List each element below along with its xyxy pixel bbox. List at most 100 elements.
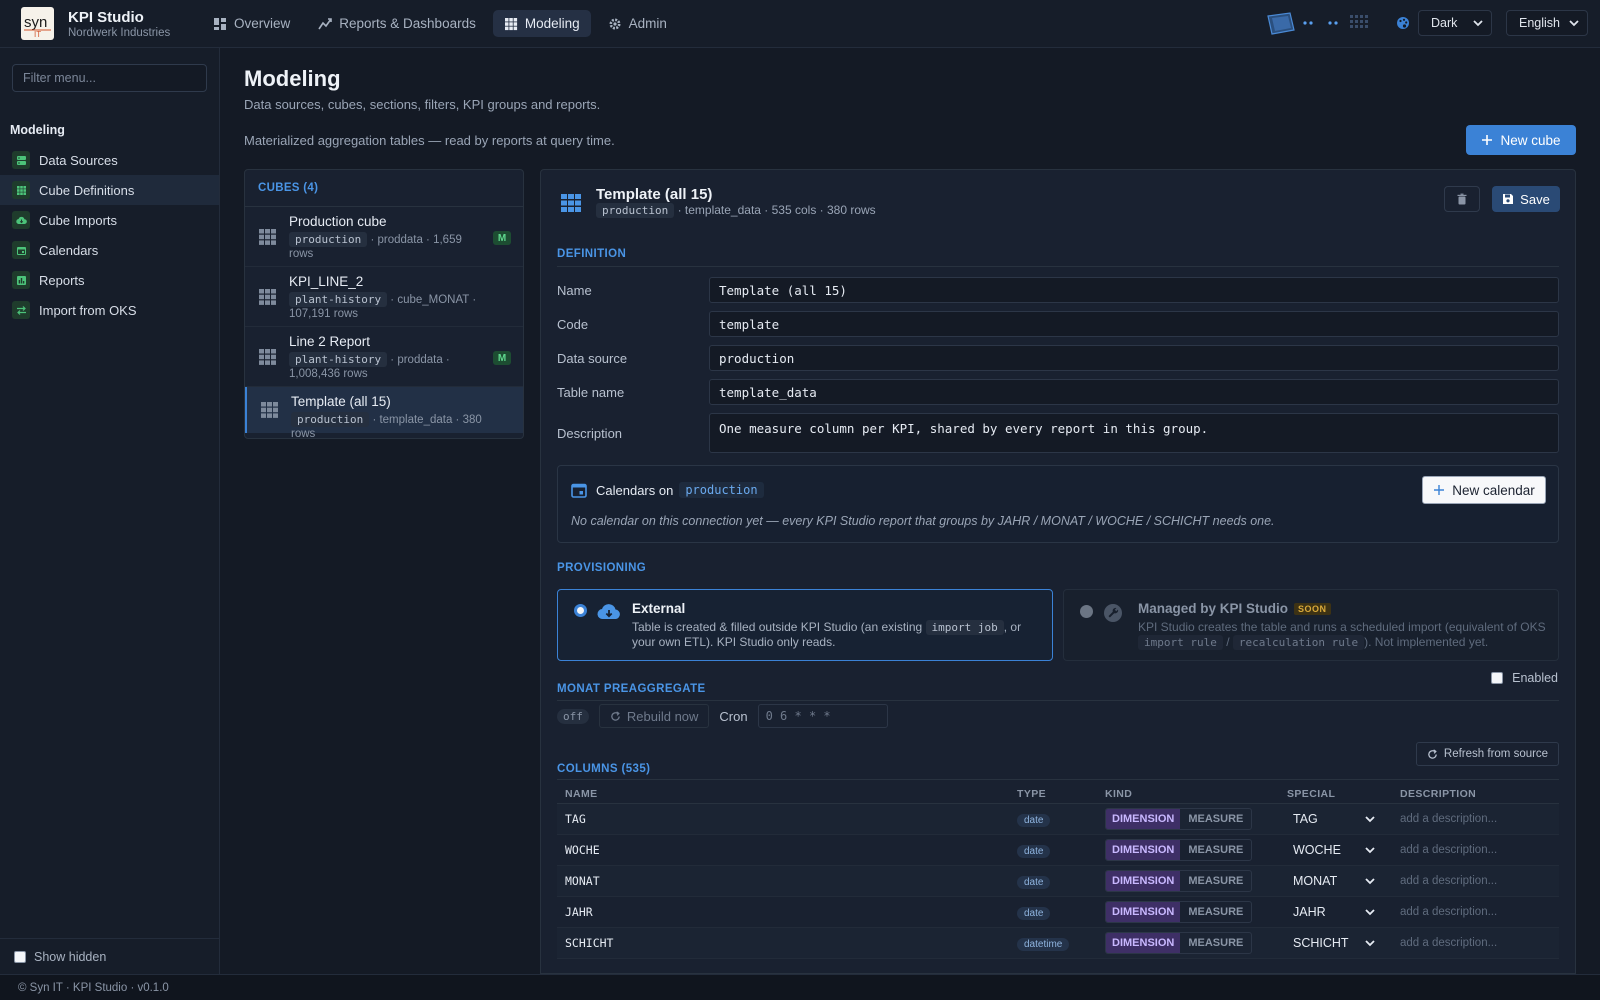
special-select[interactable]: JAHR [1287, 901, 1375, 923]
kind-measure-option[interactable]: MEASURE [1180, 809, 1251, 829]
column-type-badge: date [1017, 876, 1051, 889]
description-textarea[interactable]: One measure column per KPI, shared by ev… [709, 413, 1559, 453]
kind-measure-option[interactable]: MEASURE [1180, 902, 1251, 922]
kind-dimension-option[interactable]: DIMENSION [1106, 871, 1181, 891]
save-button[interactable]: Save [1492, 186, 1560, 212]
special-select[interactable]: MONAT [1287, 870, 1375, 892]
column-description-input[interactable]: add a description... [1393, 813, 1559, 825]
column-kind-cell: DIMENSION MEASURE [1105, 839, 1283, 861]
provisioning-option-external[interactable]: External Table is created & filled outsi… [557, 589, 1053, 661]
cube-grid-icon [259, 229, 276, 245]
filter-menu-input[interactable]: Filter menu... [12, 64, 207, 92]
refresh-label: Refresh from source [1443, 748, 1549, 760]
kind-measure-option[interactable]: MEASURE [1180, 933, 1251, 953]
external-radio[interactable] [574, 604, 587, 617]
sidebar-item-calendars[interactable]: Calendars [0, 235, 219, 265]
cube-item-production-cube[interactable]: Production cube production · proddata · … [245, 207, 523, 267]
sidebar-item-cube-definitions[interactable]: Cube Definitions [0, 175, 219, 205]
kind-measure-option[interactable]: MEASURE [1180, 840, 1251, 860]
sidebar-list: Data Sources Cube Definitions Cube Impor… [0, 145, 219, 325]
cube-meta-text: · template_data · 535 cols · 380 rows [677, 203, 876, 217]
tab-reports-dashboards[interactable]: Reports & Dashboards [307, 10, 487, 37]
kind-dimension-option[interactable]: DIMENSION [1106, 809, 1181, 829]
columns-heading: COLUMNS (535) [557, 763, 651, 775]
column-special-cell: MONAT [1283, 870, 1393, 892]
top-bar: syn IT KPI Studio Nordwerk Industries Ov… [0, 0, 1600, 48]
cron-input[interactable]: 0 6 * * * [757, 704, 888, 728]
calendar-icon [12, 241, 30, 259]
cube-grid-icon [259, 349, 276, 365]
delete-cube-button[interactable] [1444, 186, 1480, 212]
provisioning-option-managed: Managed by KPI Studio SOON KPI Studio cre… [1063, 589, 1559, 661]
kind-toggle: DIMENSION MEASURE [1105, 808, 1253, 830]
enabled-checkbox[interactable] [1491, 672, 1504, 684]
chevron-down-icon [1473, 20, 1483, 27]
syn-it-logo: syn IT [21, 7, 54, 40]
column-special-cell: JAHR [1283, 901, 1393, 923]
report-chart-icon [12, 271, 30, 289]
tab-admin[interactable]: Admin [597, 10, 678, 37]
tab-overview[interactable]: Overview [202, 10, 301, 37]
rebuild-now-button[interactable]: Rebuild now [598, 704, 710, 728]
theme-select[interactable]: Dark [1418, 10, 1492, 36]
sidebar-item-cube-imports[interactable]: Cube Imports [0, 205, 219, 235]
sidebar-item-label: Reports [39, 272, 85, 288]
special-value: WOCHE [1293, 843, 1341, 857]
preaggregate-enabled-toggle[interactable]: Enabled [1491, 671, 1558, 685]
kind-dimension-option[interactable]: DIMENSION [1106, 933, 1181, 953]
column-name: SCHICHT [565, 936, 614, 950]
kind-measure-option[interactable]: MEASURE [1180, 871, 1251, 891]
new-calendar-button[interactable]: New calendar [1422, 476, 1546, 504]
column-description-input[interactable]: add a description... [1393, 906, 1559, 918]
kind-dimension-option[interactable]: DIMENSION [1106, 902, 1181, 922]
chevron-down-icon [1365, 878, 1375, 885]
cube-item-line-2-report[interactable]: Line 2 Report plant-history · proddata ·… [245, 327, 523, 387]
special-select[interactable]: WOCHE [1287, 839, 1375, 861]
column-special-cell: WOCHE [1283, 839, 1393, 861]
column-description-input[interactable]: add a description... [1393, 937, 1559, 949]
sidebar-item-import-from-oks[interactable]: Import from OKS [0, 295, 219, 325]
table-name-input[interactable]: template_data [709, 379, 1559, 405]
materialized-badge: M [493, 351, 511, 365]
column-type-badge: date [1017, 845, 1051, 858]
column-kind-cell: DIMENSION MEASURE [1105, 932, 1283, 954]
sidebar-item-reports[interactable]: Reports [0, 265, 219, 295]
special-select[interactable]: SCHICHT [1287, 932, 1375, 954]
column-description-input[interactable]: add a description... [1393, 875, 1559, 887]
managed-title-text: Managed by KPI Studio [1138, 601, 1289, 616]
cube-name: Template (all 15) [291, 394, 391, 409]
new-cube-button[interactable]: New cube [1466, 125, 1576, 155]
sidebar-item-data-sources[interactable]: Data Sources [0, 145, 219, 175]
cube-name: Line 2 Report [289, 334, 371, 349]
preaggregate-status-badge: off [557, 708, 589, 724]
col-header-name: NAME [565, 787, 598, 800]
chart-line-icon [318, 17, 333, 29]
special-value: TAG [1293, 812, 1318, 826]
refresh-icon [1428, 748, 1437, 759]
data-source-input[interactable]: production [709, 345, 1559, 371]
column-description-input[interactable]: add a description... [1393, 844, 1559, 856]
new-cube-label: New cube [1500, 132, 1561, 148]
sidebar-item-label: Calendars [39, 242, 99, 258]
tab-modeling[interactable]: Modeling [492, 10, 591, 37]
column-name: TAG [565, 812, 586, 826]
cube-meta-text: · cube_MONAT · [390, 294, 477, 306]
table-name-label: Table name [557, 385, 625, 400]
tab-label: Overview [234, 16, 291, 31]
refresh-from-source-button[interactable]: Refresh from source [1416, 742, 1559, 766]
kind-dimension-option[interactable]: DIMENSION [1106, 840, 1181, 860]
language-select[interactable]: English [1506, 10, 1588, 36]
plus-icon [1482, 135, 1493, 145]
cube-item-template-all-15[interactable]: Template (all 15) production · template_… [245, 387, 523, 440]
import-rule-code: import rule [1138, 635, 1223, 650]
code-input[interactable]: template [709, 311, 1559, 337]
cube-item-kpi-line-2[interactable]: KPI_LINE_2 plant-history · cube_MONAT · 1… [245, 267, 523, 327]
special-select[interactable]: TAG [1287, 808, 1375, 830]
palette-icon[interactable] [1396, 16, 1410, 30]
show-hidden-toggle[interactable]: Show hidden [0, 938, 219, 974]
description-label: Description [557, 426, 623, 441]
chevron-down-icon [1365, 909, 1375, 916]
show-hidden-checkbox[interactable] [14, 950, 26, 963]
page-subtitle: Data sources, cubes, sections, filters, … [244, 97, 601, 112]
name-input[interactable]: Template (all 15) [709, 277, 1559, 303]
